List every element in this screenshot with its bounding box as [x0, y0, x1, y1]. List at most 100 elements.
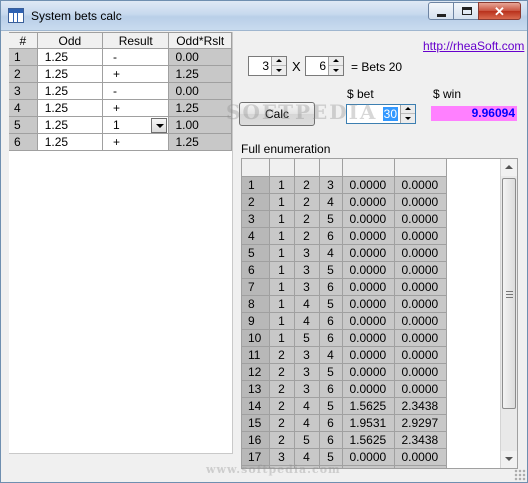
vertical-scrollbar[interactable]	[500, 159, 517, 468]
spin-up-icon[interactable]	[401, 105, 415, 114]
enumeration-row: 8 1 4 5 0.0000 0.0000	[242, 295, 447, 313]
enum-header-cell[interactable]	[294, 159, 320, 177]
enum-leg-cell: 1	[269, 261, 295, 279]
odd-cell[interactable]: 1.25	[37, 99, 103, 117]
enum-leg-cell: 2	[294, 193, 320, 211]
enum-leg-cell: 6	[319, 278, 343, 296]
enumeration-row: 4 1 2 6 0.0000 0.0000	[242, 227, 447, 245]
resize-grip-icon[interactable]	[514, 469, 526, 481]
odd-cell[interactable]: 1.25	[37, 48, 103, 66]
times-sign: X	[292, 59, 301, 74]
enum-odds-cell: 0.0000	[342, 380, 395, 398]
enum-header-cell[interactable]	[242, 159, 270, 177]
enum-win-cell: 0.0000	[394, 465, 447, 468]
enum-leg-cell: 2	[269, 414, 295, 432]
odds-grid-panel: # Odd Result Odd*Rslt 1 1.25 - 0.00 2 1.…	[9, 32, 233, 454]
system-k-value: 3	[262, 59, 269, 73]
result-dropdown-value: 1	[112, 118, 120, 132]
window-title: System bets calc	[31, 9, 122, 23]
enum-index-cell: 18	[242, 465, 270, 468]
spin-down-icon[interactable]	[329, 66, 343, 75]
col-header-result[interactable]: Result	[102, 32, 170, 49]
col-header-product[interactable]: Odd*Rslt	[168, 32, 232, 49]
result-cell[interactable]: +	[102, 133, 170, 151]
scroll-down-icon[interactable]	[501, 451, 517, 468]
enum-leg-cell: 2	[269, 380, 295, 398]
enum-win-cell: 0.0000	[394, 448, 447, 466]
system-k-spinner[interactable]: 3	[248, 56, 287, 76]
odd-cell[interactable]: 1.25	[37, 82, 103, 100]
enum-odds-cell: 0.0000	[342, 176, 395, 194]
spin-down-icon[interactable]	[272, 66, 286, 75]
spin-up-icon[interactable]	[272, 57, 286, 66]
enum-odds-cell: 1.5625	[342, 431, 395, 449]
result-cell[interactable]: -	[102, 82, 170, 100]
enum-win-cell: 0.0000	[394, 329, 447, 347]
product-cell: 1.25	[168, 99, 232, 117]
bet-spinner[interactable]: 30	[346, 104, 416, 124]
bet-value[interactable]: 30	[382, 107, 398, 121]
odd-cell[interactable]: 1.25	[37, 133, 103, 151]
odd-cell[interactable]: 1.25	[37, 65, 103, 83]
result-cell[interactable]: +	[102, 99, 170, 117]
enum-leg-cell: 1	[269, 193, 295, 211]
enum-header-cell[interactable]	[319, 159, 343, 177]
result-dropdown[interactable]: 1	[102, 116, 170, 134]
enum-index-cell: 14	[242, 397, 270, 415]
title-bar[interactable]: System bets calc ✕	[1, 1, 527, 31]
enum-win-cell: 0.0000	[394, 380, 447, 398]
col-header-odd[interactable]: Odd	[37, 32, 103, 49]
enum-leg-cell: 4	[319, 244, 343, 262]
maximize-button[interactable]	[453, 2, 479, 20]
enum-win-cell: 0.0000	[394, 295, 447, 313]
col-header-index[interactable]: #	[9, 32, 38, 49]
enumeration-row: 1 1 2 3 0.0000 0.0000	[242, 176, 447, 194]
enum-leg-cell: 1	[269, 278, 295, 296]
calc-button[interactable]: Calc	[239, 102, 315, 126]
spin-up-icon[interactable]	[329, 57, 343, 66]
enumeration-row: 6 1 3 5 0.0000 0.0000	[242, 261, 447, 279]
scroll-thumb[interactable]	[502, 178, 516, 409]
enum-index-cell: 16	[242, 431, 270, 449]
enum-index-cell: 17	[242, 448, 270, 466]
enum-leg-cell: 4	[319, 346, 343, 364]
website-link[interactable]: http://rheaSoft.com	[423, 39, 524, 53]
enumeration-row: 17 3 4 5 0.0000 0.0000	[242, 448, 447, 466]
spin-down-icon[interactable]	[401, 114, 415, 123]
enum-leg-cell: 4	[294, 312, 320, 330]
enum-leg-cell: 2	[294, 176, 320, 194]
product-cell: 0.00	[168, 82, 232, 100]
app-icon[interactable]	[8, 8, 24, 23]
enum-leg-cell: 3	[294, 244, 320, 262]
result-cell[interactable]: -	[102, 48, 170, 66]
grip-icon	[506, 291, 513, 298]
minimize-button[interactable]	[428, 2, 454, 20]
enum-leg-cell: 2	[294, 210, 320, 228]
scroll-up-icon[interactable]	[501, 159, 517, 176]
enum-odds-cell: 0.0000	[342, 329, 395, 347]
chevron-down-icon[interactable]	[151, 117, 168, 133]
enumeration-label: Full enumeration	[241, 142, 331, 156]
bet-label: $ bet	[347, 87, 374, 101]
enum-odds-cell: 0.0000	[342, 193, 395, 211]
row-index: 6	[9, 133, 38, 151]
result-cell[interactable]: +	[102, 65, 170, 83]
enum-win-cell: 2.9297	[394, 414, 447, 432]
enum-leg-cell: 3	[294, 346, 320, 364]
row-index: 5	[9, 116, 38, 134]
enum-header-cell[interactable]	[394, 159, 447, 177]
close-button[interactable]: ✕	[478, 2, 521, 20]
system-n-spinner[interactable]: 6	[305, 56, 344, 76]
enum-header-cell[interactable]	[342, 159, 395, 177]
row-index: 1	[9, 48, 38, 66]
enum-win-cell: 0.0000	[394, 363, 447, 381]
enum-leg-cell: 3	[269, 448, 295, 466]
enum-leg-cell: 6	[319, 227, 343, 245]
odd-cell[interactable]: 1.25	[37, 116, 103, 134]
enumeration-row: 13 2 3 6 0.0000 0.0000	[242, 380, 447, 398]
enumeration-grid-panel: 1 1 2 3 0.0000 0.0000 2 1 2 4 0.0000 0.0000 3 1 2 5 0.00…	[241, 158, 518, 469]
enum-leg-cell: 6	[319, 312, 343, 330]
maximize-icon	[462, 7, 472, 15]
odds-row: 1 1.25 - 0.00	[9, 48, 232, 66]
enum-header-cell[interactable]	[269, 159, 295, 177]
